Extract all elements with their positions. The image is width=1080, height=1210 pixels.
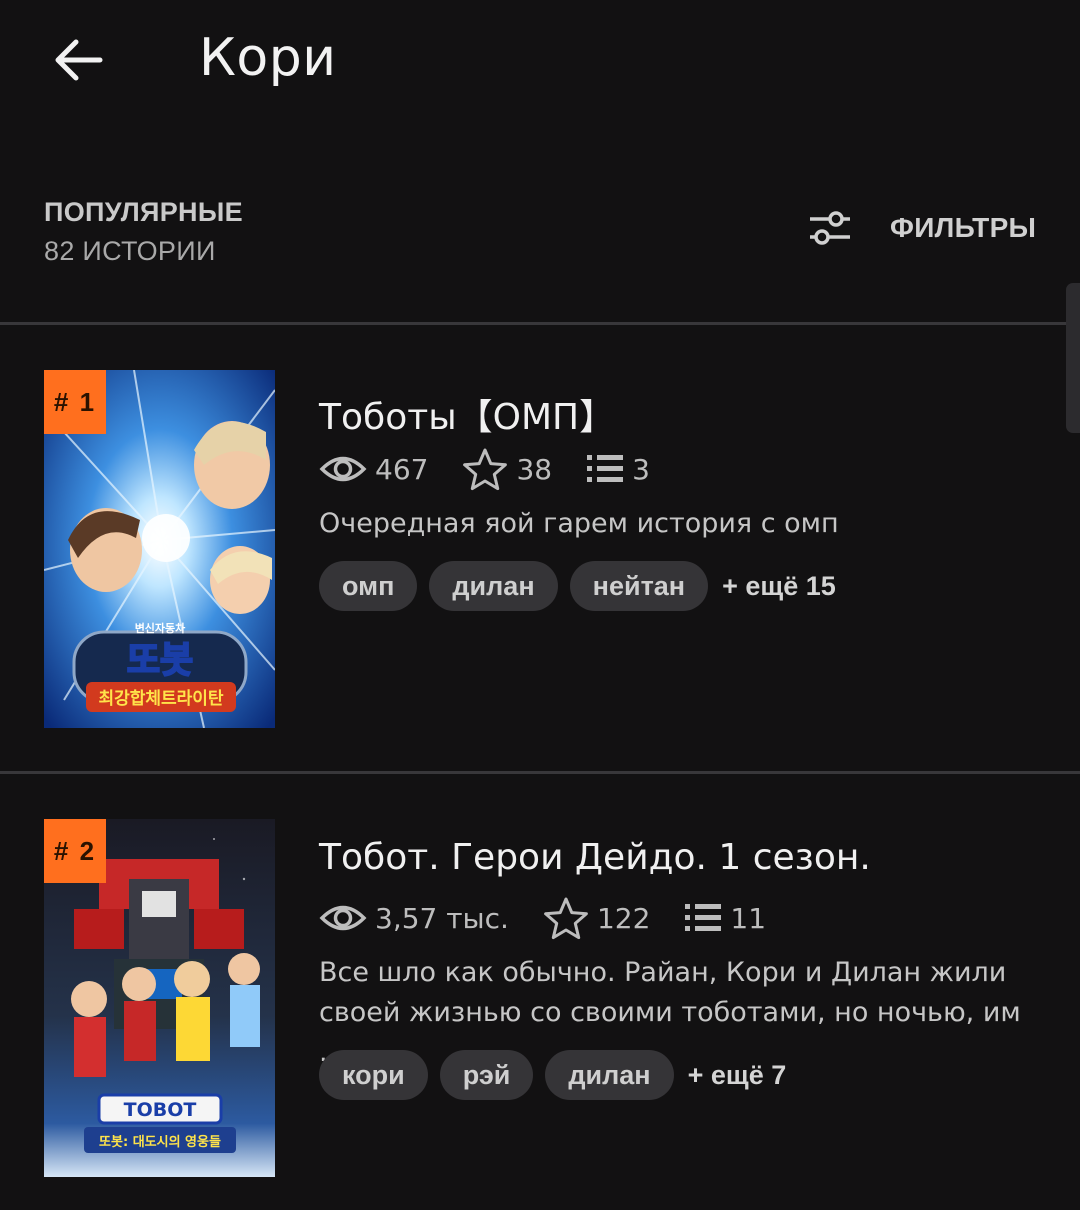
parts-count: 11 bbox=[730, 901, 767, 935]
story-item[interactable]: 변신자동차 또봇 최강합체트라이탄 # 1 Тоботы【ОМП】 467 38 bbox=[0, 370, 1080, 730]
svg-text:또봇: 또봇 bbox=[127, 640, 193, 681]
parts-count: 3 bbox=[632, 452, 650, 486]
eye-icon bbox=[319, 905, 367, 931]
filters-button[interactable]: ФИЛЬТРЫ bbox=[808, 208, 1036, 248]
votes-count: 122 bbox=[596, 901, 651, 935]
votes-stat: 122 bbox=[543, 896, 650, 940]
filters-label: ФИЛЬТРЫ bbox=[890, 212, 1037, 243]
svg-text:TOBOT: TOBOT bbox=[124, 1099, 197, 1121]
story-title[interactable]: Тоботы【ОМП】 bbox=[319, 388, 615, 440]
story-stats: 3,57 тыс. 122 11 bbox=[319, 896, 800, 940]
svg-text:변신자동차: 변신자동차 bbox=[135, 621, 186, 635]
star-icon bbox=[463, 448, 508, 491]
votes-count: 38 bbox=[516, 452, 553, 486]
eye-icon bbox=[319, 456, 367, 482]
back-button[interactable] bbox=[48, 30, 108, 90]
reads-count: 3,57 тыс. bbox=[375, 901, 509, 935]
tag-list: кори рэй дилан + ещё 7 bbox=[319, 1050, 786, 1100]
more-tags-link[interactable]: + ещё 15 bbox=[722, 571, 836, 602]
arrow-left-icon bbox=[55, 39, 103, 81]
votes-stat: 38 bbox=[462, 447, 552, 491]
story-cover[interactable]: TOBOT 또봇: 대도시의 영웅들 # 2 bbox=[44, 819, 275, 1177]
section-header: ПОПУЛЯРНЫЕ 82 ИСТОРИИ ФИЛЬТРЫ bbox=[0, 180, 1080, 290]
sliders-icon bbox=[810, 211, 850, 245]
tag-chip[interactable]: омп bbox=[319, 561, 418, 611]
list-icon bbox=[587, 455, 624, 482]
list-icon bbox=[685, 904, 722, 931]
rank-badge: # 1 bbox=[44, 370, 106, 434]
reads-count: 467 bbox=[375, 452, 429, 486]
more-tags-link[interactable]: + ещё 7 bbox=[688, 1060, 787, 1091]
reads-stat: 3,57 тыс. bbox=[319, 901, 509, 935]
tag-chip[interactable]: кори bbox=[319, 1050, 428, 1100]
divider bbox=[0, 322, 1080, 325]
sort-label: ПОПУЛЯРНЫЕ bbox=[44, 197, 243, 227]
divider bbox=[0, 771, 1080, 774]
story-description: Очередная яой гарем история с омп bbox=[319, 508, 839, 539]
tag-chip[interactable]: дилан bbox=[429, 561, 558, 611]
parts-stat: 11 bbox=[684, 901, 766, 935]
reads-stat: 467 bbox=[319, 452, 428, 486]
svg-text:최강합체트라이탄: 최강합체트라이탄 bbox=[98, 688, 223, 709]
tag-chip[interactable]: нейтан bbox=[569, 561, 709, 611]
page-title: Кори bbox=[199, 28, 337, 88]
tag-chip[interactable]: рэй bbox=[439, 1050, 534, 1100]
star-icon bbox=[544, 897, 588, 940]
parts-stat: 3 bbox=[586, 452, 650, 486]
story-item[interactable]: TOBOT 또봇: 대도시의 영웅들 # 2 Тобот. Герои Дейд… bbox=[0, 819, 1080, 1179]
top-app-bar: Кори bbox=[0, 0, 1080, 125]
story-count: 82 ИСТОРИИ bbox=[44, 236, 216, 266]
story-title[interactable]: Тобот. Герои Дейдо. 1 сезон. bbox=[319, 837, 871, 878]
story-cover[interactable]: 변신자동차 또봇 최강합체트라이탄 # 1 bbox=[44, 370, 275, 728]
tag-chip[interactable]: дилан bbox=[545, 1050, 674, 1100]
tag-list: омп дилан нейтан + ещё 15 bbox=[319, 561, 836, 611]
svg-text:또봇: 대도시의 영웅들: 또봇: 대도시의 영웅들 bbox=[99, 1134, 221, 1150]
story-stats: 467 38 3 bbox=[319, 447, 684, 491]
rank-badge: # 2 bbox=[44, 819, 106, 883]
